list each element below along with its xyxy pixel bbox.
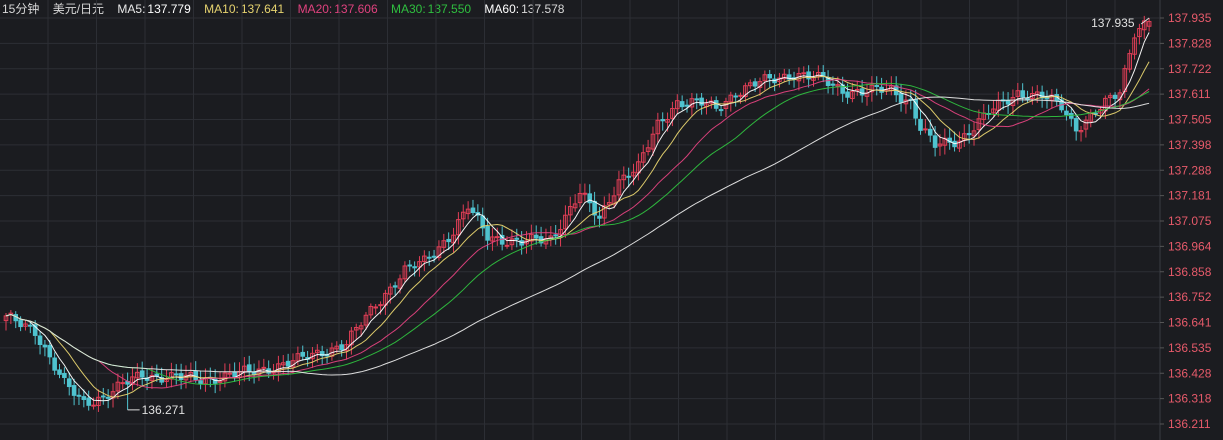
candle-body xyxy=(918,118,923,131)
candle-body xyxy=(62,372,67,378)
candle-body xyxy=(485,225,490,241)
candle-body xyxy=(47,345,53,358)
candle-body xyxy=(407,264,413,267)
candle-body xyxy=(470,207,476,214)
candle-body xyxy=(898,93,904,103)
candle-body xyxy=(1073,118,1079,132)
candle-body xyxy=(718,109,724,112)
candle-body xyxy=(232,371,237,378)
candle-body xyxy=(684,104,690,107)
candle-body xyxy=(71,385,77,396)
ma20-line xyxy=(5,78,1150,389)
y-tick-label: 136.641 xyxy=(1168,316,1212,330)
candle-body xyxy=(86,397,91,406)
candle-body xyxy=(1112,94,1118,99)
candle-body xyxy=(28,324,33,327)
candle-body xyxy=(446,238,451,243)
ma5-line xyxy=(5,32,1150,402)
candle-body xyxy=(830,83,836,86)
candle-body xyxy=(285,360,291,367)
candle-body xyxy=(193,370,199,381)
candle-body xyxy=(679,101,685,108)
candle-body xyxy=(801,72,807,75)
candle-body xyxy=(392,285,398,288)
candle-body xyxy=(694,98,700,101)
candlestick-chart[interactable]: 137.935 137.828 137.722 137.611 137.505 137.3… xyxy=(0,0,1223,440)
min-annotation: 136.271 xyxy=(142,403,186,417)
candle-body xyxy=(553,234,558,237)
y-tick-label: 137.935 xyxy=(1168,11,1212,25)
y-tick-label: 136.211 xyxy=(1168,417,1211,431)
candle-body xyxy=(582,192,588,195)
candle-body xyxy=(76,394,82,397)
y-tick-label: 136.428 xyxy=(1168,366,1212,380)
candle-body xyxy=(845,91,850,98)
candle-body xyxy=(66,378,72,388)
candle-body xyxy=(100,395,106,398)
y-tick-label: 137.398 xyxy=(1168,138,1212,152)
y-tick-label: 137.181 xyxy=(1168,189,1212,203)
candle-body xyxy=(1020,90,1025,98)
candle-body xyxy=(874,85,880,88)
candle-body xyxy=(246,364,252,372)
candle-body xyxy=(699,97,704,106)
candle-body xyxy=(139,370,145,378)
candle-body xyxy=(767,73,773,79)
candle-body xyxy=(37,335,43,346)
candle-body xyxy=(495,236,500,239)
max-annotation: 137.935 xyxy=(1091,16,1135,30)
candle-body xyxy=(533,234,539,239)
y-tick-label: 137.828 xyxy=(1168,36,1212,50)
ma30-line xyxy=(5,82,1150,386)
y-tick-label: 137.722 xyxy=(1168,62,1212,76)
candle-body xyxy=(52,357,57,371)
candle-body xyxy=(105,396,111,399)
candle-body xyxy=(597,215,602,219)
candle-body xyxy=(1064,110,1069,116)
y-tick-label: 136.318 xyxy=(1168,392,1212,406)
candle-body xyxy=(81,396,87,400)
candle-body xyxy=(660,119,665,122)
candle-body xyxy=(57,369,62,375)
candle-body xyxy=(752,81,758,87)
candle-body xyxy=(373,306,378,309)
candle-body xyxy=(412,266,417,269)
y-tick-label: 136.535 xyxy=(1168,341,1212,355)
y-tick-label: 136.964 xyxy=(1168,239,1212,253)
candle-body xyxy=(18,319,23,328)
candle-body xyxy=(927,128,933,136)
candle-body xyxy=(738,94,743,97)
candle-body xyxy=(514,237,520,240)
candle-body xyxy=(300,351,306,357)
y-tick-label: 137.075 xyxy=(1168,214,1212,228)
candle-body xyxy=(431,255,437,258)
candle-body xyxy=(42,344,48,348)
candle-body xyxy=(261,366,267,369)
candle-body xyxy=(806,71,811,80)
candle-body xyxy=(966,133,972,136)
candle-body xyxy=(932,135,938,148)
y-tick-label: 136.858 xyxy=(1168,265,1212,279)
candle-body xyxy=(587,193,593,204)
candle-body xyxy=(91,404,96,407)
y-tick-label: 137.611 xyxy=(1168,87,1211,101)
candle-body xyxy=(426,256,432,259)
y-tick-label: 137.288 xyxy=(1168,163,1212,177)
candle-body xyxy=(626,175,631,178)
candle-body xyxy=(859,88,865,96)
candle-body xyxy=(120,382,126,385)
candle-body xyxy=(504,244,510,247)
candle-body xyxy=(173,373,179,376)
candle-body xyxy=(733,95,738,98)
candle-body xyxy=(198,380,203,385)
y-tick-label: 136.752 xyxy=(1168,290,1212,304)
candle-body xyxy=(339,344,344,351)
y-tick-label: 137.505 xyxy=(1168,113,1212,127)
candle-body xyxy=(923,128,928,131)
